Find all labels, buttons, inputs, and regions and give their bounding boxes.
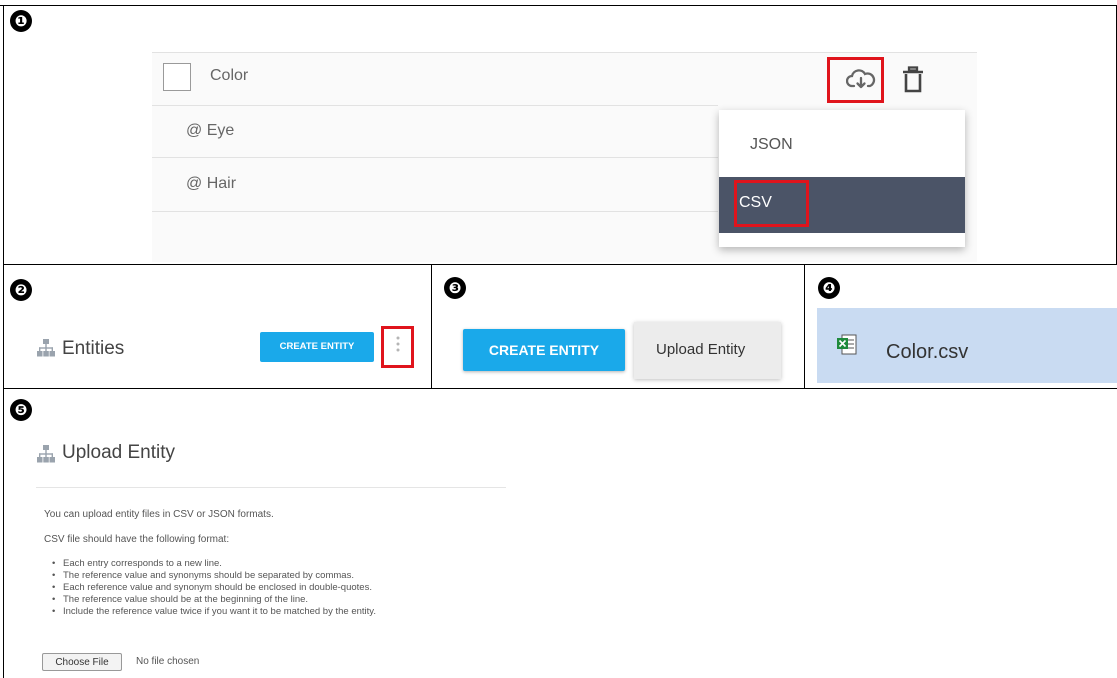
panel-number-3: ❸ [444, 277, 466, 299]
page-title: Entities [62, 338, 125, 359]
format-intro: CSV file should have the following forma… [44, 534, 230, 545]
entity-name: Color [210, 67, 249, 84]
hierarchy-icon [36, 338, 56, 358]
synonym-label: @ Eye [186, 122, 235, 139]
divider-3-4 [804, 264, 805, 389]
create-entity-button[interactable]: CREATE ENTITY [463, 329, 625, 371]
synonym-label: @ Hair [186, 175, 237, 192]
download-highlight [827, 57, 884, 103]
upload-intro: You can upload entity files in CSV or JS… [44, 509, 274, 520]
panel-number-4: ❹ [818, 277, 840, 299]
row-checkbox[interactable] [163, 63, 191, 91]
choose-file-button[interactable]: Choose File [42, 653, 122, 671]
divider-1 [3, 264, 1117, 265]
no-file-status: No file chosen [136, 656, 200, 667]
panel-number-5: ❺ [10, 399, 32, 421]
more-options-highlight [381, 326, 414, 368]
synonym-row[interactable] [152, 104, 718, 158]
format-rules-list: Each entry corresponds to a new line. Th… [52, 558, 376, 618]
hierarchy-icon [36, 444, 56, 464]
synonym-row[interactable] [152, 157, 718, 212]
file-name: Color.csv [886, 341, 969, 363]
csv-highlight [734, 180, 809, 227]
frame-left [3, 5, 4, 678]
menu-json-label: JSON [750, 136, 793, 153]
divider-2-3 [431, 264, 432, 389]
upload-entity-title: Upload Entity [62, 442, 176, 463]
format-rule: Each reference value and synonym should … [52, 582, 376, 594]
format-rule: Include the reference value twice if you… [52, 606, 376, 618]
title-divider [36, 487, 506, 488]
format-rule: The reference value should be at the beg… [52, 594, 376, 606]
trash-icon[interactable] [902, 66, 924, 94]
divider-2 [3, 388, 1117, 389]
format-rule: The reference value and synonyms should … [52, 570, 376, 582]
excel-file-icon [836, 333, 858, 357]
upload-entity-label: Upload Entity [656, 341, 746, 358]
create-entity-button[interactable]: CREATE ENTITY [260, 332, 374, 362]
format-rule: Each entry corresponds to a new line. [52, 558, 376, 570]
panel-number-2: ❷ [10, 279, 32, 301]
menu-item-json[interactable]: JSON [719, 110, 965, 177]
panel-number-1: ❶ [10, 10, 32, 32]
frame-top [0, 5, 1117, 6]
upload-entity-menu-item[interactable]: Upload Entity [634, 322, 781, 379]
